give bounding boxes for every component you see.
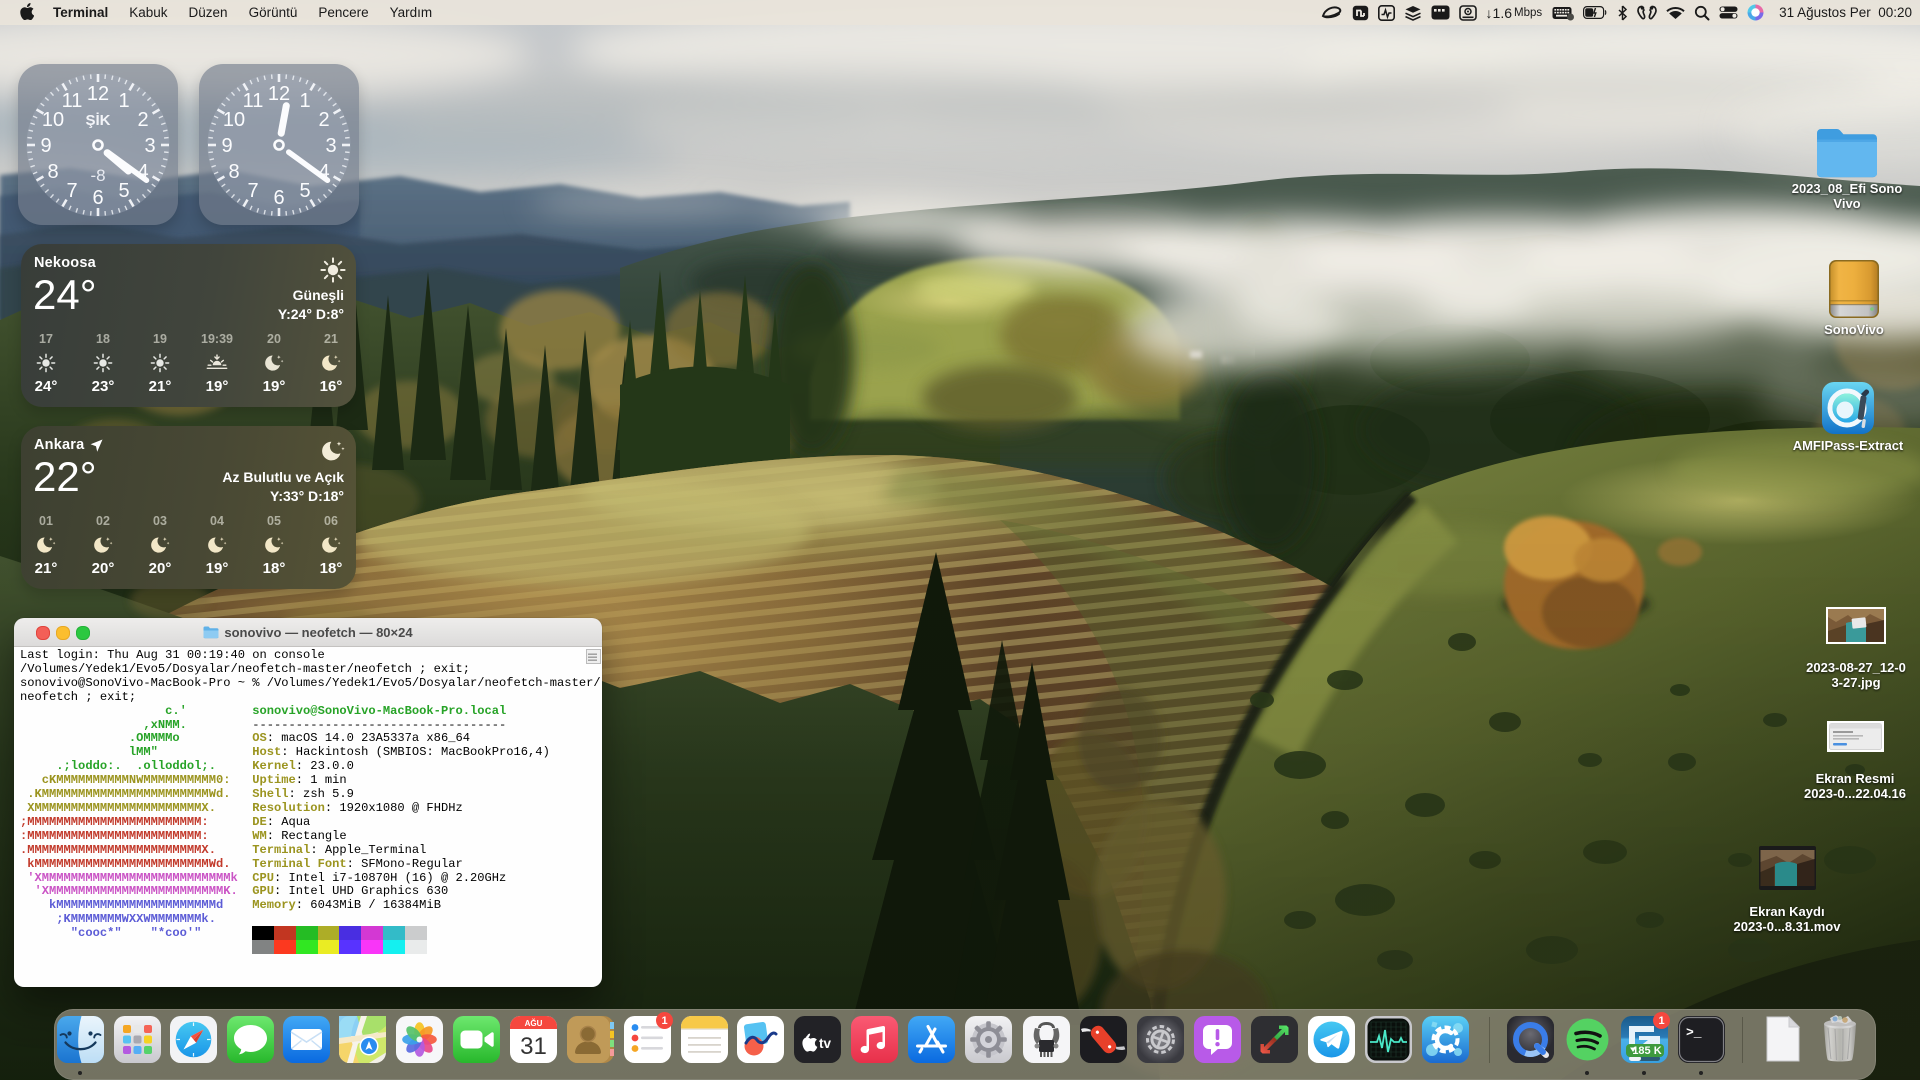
svg-text:8: 8 bbox=[47, 161, 58, 183]
svg-text:1: 1 bbox=[299, 90, 310, 112]
svg-text:tv: tv bbox=[819, 1036, 831, 1051]
svg-text:12: 12 bbox=[268, 83, 290, 105]
svg-text:5: 5 bbox=[118, 180, 129, 202]
svg-text:5: 5 bbox=[299, 180, 310, 202]
svg-text:7: 7 bbox=[66, 180, 77, 202]
svg-text:8: 8 bbox=[228, 161, 239, 183]
svg-text:11: 11 bbox=[243, 90, 264, 112]
svg-text:2: 2 bbox=[137, 109, 148, 131]
svg-text:3: 3 bbox=[144, 135, 155, 157]
svg-text:11: 11 bbox=[62, 90, 83, 112]
svg-text:10: 10 bbox=[42, 109, 64, 131]
svg-text:31: 31 bbox=[520, 1033, 547, 1060]
svg-text:6: 6 bbox=[92, 187, 103, 209]
svg-text:185 K: 185 K bbox=[1632, 1045, 1661, 1057]
svg-text:>_: >_ bbox=[1686, 1025, 1702, 1040]
svg-text:1: 1 bbox=[118, 90, 129, 112]
svg-text:9: 9 bbox=[221, 135, 232, 157]
svg-text:9: 9 bbox=[40, 135, 51, 157]
svg-text:-8: -8 bbox=[90, 166, 105, 185]
svg-text:7: 7 bbox=[247, 180, 258, 202]
svg-text:6: 6 bbox=[273, 187, 284, 209]
svg-text:10: 10 bbox=[223, 109, 245, 131]
svg-text:ŞİK: ŞİK bbox=[85, 112, 110, 129]
svg-text:12: 12 bbox=[87, 83, 109, 105]
svg-text:AĞU: AĞU bbox=[524, 1019, 542, 1028]
svg-text:3: 3 bbox=[325, 135, 336, 157]
svg-text:2: 2 bbox=[318, 109, 329, 131]
